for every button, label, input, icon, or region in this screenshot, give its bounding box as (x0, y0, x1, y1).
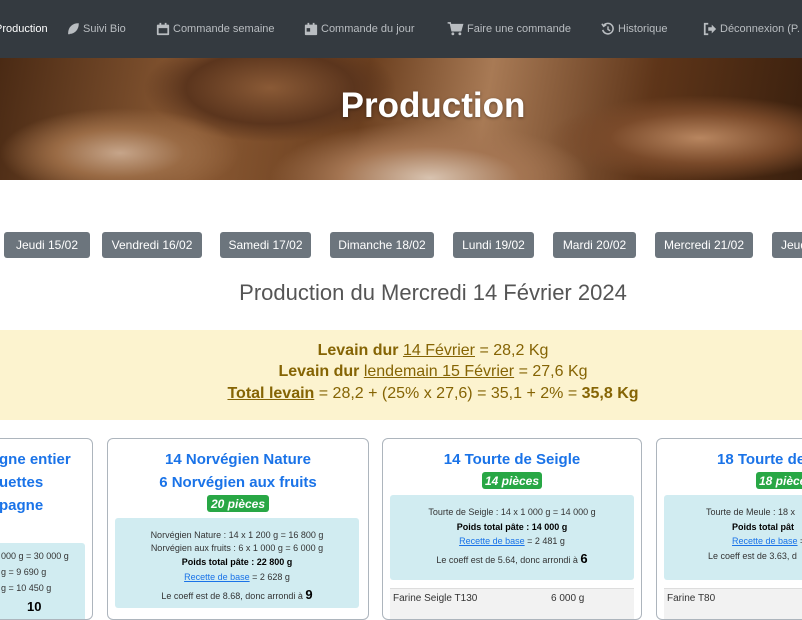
top-navbar: Production Suivi Bio Commande semaine Co… (0, 0, 802, 58)
pieces-badge: 20 pièces (207, 495, 269, 512)
nav-label: Commande du jour (321, 23, 415, 35)
levain-line-1: Levain dur 14 Février = 28,2 Kg (317, 342, 549, 359)
pieces-badge: 14 pièces (482, 472, 542, 489)
card-title: uettes (0, 474, 44, 491)
ingredient-row: Farine Seigle T130 6 000 g (390, 588, 634, 619)
calendar-day-icon (304, 22, 318, 36)
pieces-badge: 18 pièces (756, 472, 802, 489)
nav-label: Historique (618, 23, 668, 35)
day-button[interactable]: Jeudi 15/02 (4, 232, 90, 258)
nav-deconnexion[interactable]: Déconnexion (P. (703, 0, 800, 58)
poids-total: Poids total pât (732, 522, 795, 532)
nav-production[interactable]: Production (0, 0, 48, 58)
day-button[interactable]: Dimanche 18/02 (330, 232, 434, 258)
logout-icon (703, 22, 717, 36)
product-card: 14 Norvégien Nature 6 Norvégien aux frui… (107, 438, 369, 620)
leaf-icon (68, 23, 79, 35)
nav-label: Production (0, 23, 48, 35)
history-icon (601, 22, 614, 35)
nav-commande-jour[interactable]: Commande du jour (304, 0, 415, 58)
recette-link[interactable]: Recette de base (459, 536, 525, 546)
cart-icon (447, 22, 464, 36)
day-button[interactable]: Mercredi 21/02 (655, 232, 753, 258)
hero-banner: Production (0, 58, 802, 180)
levain-date-link[interactable]: 14 Février (403, 342, 475, 359)
nav-faire-commande[interactable]: Faire une commande (447, 0, 571, 58)
card-info-box: Tourte de Meule : 18 x Poids total pât R… (664, 495, 802, 580)
levain-summary: Levain dur 14 Février = 28,2 Kg Levain d… (0, 330, 802, 420)
product-card: 18 Tourte de 18 pièces Tourte de Meule :… (656, 438, 802, 620)
card-title: pagne (0, 497, 44, 514)
levain-lendemain-link[interactable]: lendemain 15 Février (364, 363, 514, 380)
nav-label: Commande semaine (173, 23, 275, 35)
card-info-box: Tourte de Seigle : 14 x 1 000 g = 14 000… (390, 495, 634, 580)
levain-line-2: Levain dur lendemain 15 Février = 27,6 K… (278, 363, 588, 380)
card-title: 14 Tourte de Seigle (443, 451, 581, 468)
card-title: 14 Norvégien Nature (165, 451, 311, 468)
card-title: 18 Tourte de (717, 451, 802, 468)
product-card: 14 Tourte de Seigle 14 pièces Tourte de … (382, 438, 642, 620)
production-date-heading: Production du Mercredi 14 Février 2024 (239, 280, 627, 305)
nav-label: Déconnexion (P. (720, 23, 800, 35)
card-title: gne entier (0, 451, 71, 468)
recette-link[interactable]: Recette de base (184, 572, 250, 582)
ingredient-row: Farine T80 (664, 588, 802, 619)
poids-total: Poids total pâte : 22 800 g (181, 557, 293, 567)
levain-total: Total levain = 28,2 + (25% x 27,6) = 35,… (227, 385, 639, 402)
nav-historique[interactable]: Historique (601, 0, 668, 58)
nav-label: Suivi Bio (83, 23, 126, 35)
calendar-icon (156, 22, 170, 36)
day-button[interactable]: Samedi 17/02 (220, 232, 311, 258)
nav-suivi-bio[interactable]: Suivi Bio (66, 0, 126, 58)
nav-commande-semaine[interactable]: Commande semaine (156, 0, 275, 58)
day-button[interactable]: Jeudi (772, 232, 802, 258)
day-button[interactable]: Vendredi 16/02 (102, 232, 202, 258)
recette-link[interactable]: Recette de base (732, 536, 798, 546)
product-card: gne entier uettes pagne 000 g = 30 000 g… (0, 438, 93, 620)
card-info-box: 000 g = 30 000 g g = 9 690 g g = 10 450 … (0, 543, 85, 619)
page-title: Production (340, 86, 526, 125)
card-title: 6 Norvégien aux fruits (159, 474, 317, 491)
day-button[interactable]: Lundi 19/02 (453, 232, 534, 258)
poids-total: Poids total pâte : 14 000 g (456, 522, 568, 532)
total-levain-link[interactable]: Total levain (227, 385, 314, 402)
day-button[interactable]: Mardi 20/02 (553, 232, 636, 258)
nav-label: Faire une commande (467, 23, 571, 35)
card-info-box: Norvégien Nature : 14 x 1 200 g = 16 800… (115, 518, 359, 608)
